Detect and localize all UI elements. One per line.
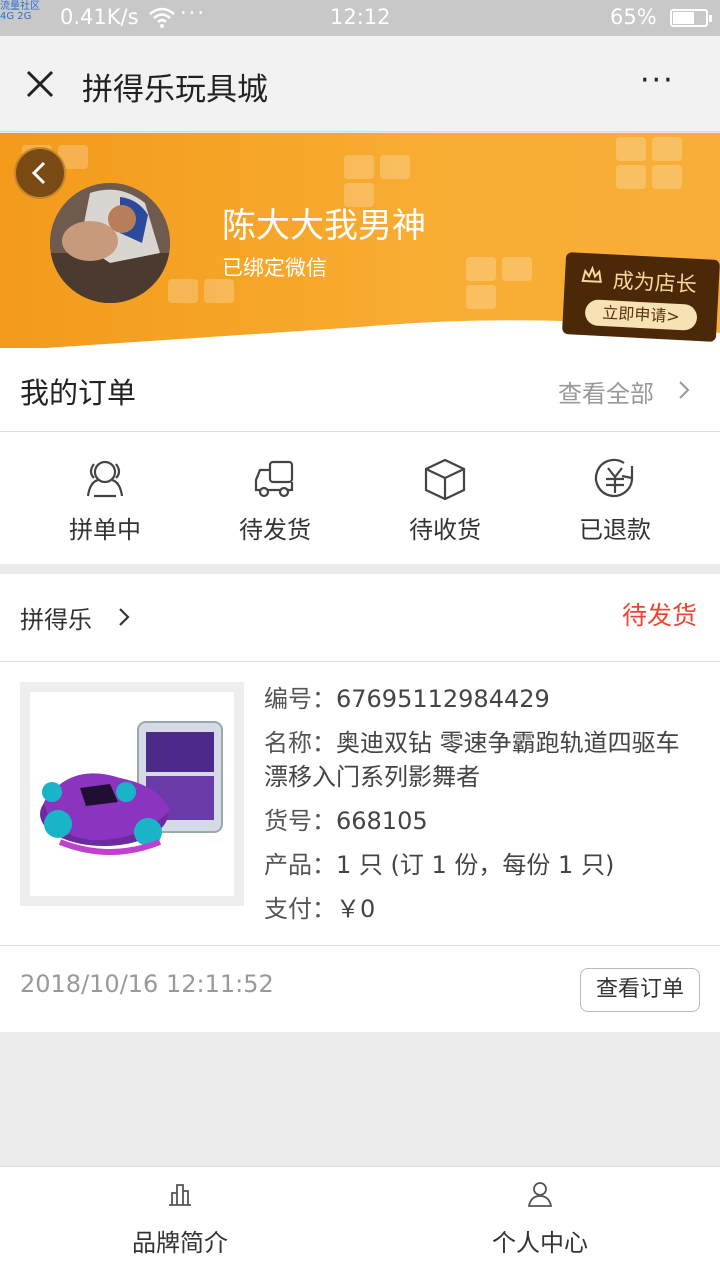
status-refunded[interactable]: 已退款 — [555, 456, 675, 545]
status-label: 待收货 — [409, 516, 481, 544]
chevron-left-icon — [31, 161, 46, 185]
back-button[interactable] — [14, 147, 66, 199]
bottom-tab-bar: 品牌简介 个人中心 — [0, 1166, 720, 1280]
store-name: 拼得乐 — [20, 606, 92, 634]
order-footer: 2018/10/16 12:11:52 查看订单 — [0, 946, 720, 1032]
status-dots: ··· — [180, 1, 207, 25]
status-label: 已退款 — [579, 516, 651, 544]
toy-pattern-icon — [466, 257, 532, 309]
view-order-button[interactable]: 查看订单 — [580, 968, 700, 1012]
product-name: 名称：奥迪双钻 零速争霸跑轨道四驱车 漂移入门系列影舞者 — [264, 729, 680, 791]
product-quantity: 产品：1 只 (订 1 份，每份 1 只) — [264, 851, 615, 879]
more-icon[interactable]: ··· — [640, 66, 686, 106]
avatar[interactable] — [50, 183, 170, 303]
carrier-label: 流量社区 4G 2G — [0, 1, 40, 22]
tab-label: 品牌简介 — [132, 1229, 228, 1257]
crown-icon — [581, 265, 602, 283]
status-awaiting-receipt[interactable]: 待收货 — [385, 456, 505, 545]
payment-amount: 支付：￥0 — [264, 895, 376, 923]
product-image — [30, 692, 234, 896]
chevron-right-icon — [679, 381, 690, 399]
group-icon — [86, 460, 124, 498]
view-all-orders-link[interactable]: 查看全部 — [558, 374, 654, 409]
clock: 12:12 — [330, 5, 391, 29]
order-info: 编号：67695112984429 名称：奥迪双钻 零速争霸跑轨道四驱车 漂移入… — [264, 682, 704, 936]
tab-personal-center[interactable]: 个人中心 — [440, 1179, 640, 1258]
chevron-right-icon — [119, 608, 130, 626]
truck-icon — [254, 460, 294, 498]
battery-percent: 65% — [610, 5, 657, 29]
tab-label: 个人中心 — [492, 1229, 588, 1257]
my-orders-header[interactable]: 我的订单 查看全部 — [0, 348, 720, 432]
close-icon[interactable] — [20, 64, 60, 104]
brand-icon — [169, 1184, 191, 1206]
apply-now-button[interactable]: 立即申请> — [584, 299, 698, 331]
status-label: 拼单中 — [69, 516, 141, 544]
box-icon — [424, 458, 466, 501]
status-awaiting-shipment[interactable]: 待发货 — [215, 456, 335, 545]
become-shop-owner-badge[interactable]: 成为店长 立即申请> — [561, 252, 720, 342]
product-sku: 货号：668105 — [264, 807, 428, 835]
order-card[interactable]: 编号：67695112984429 名称：奥迪双钻 零速争霸跑轨道四驱车 漂移入… — [0, 662, 720, 946]
status-bar: 流量社区 4G 2G 0.41K/s ··· 12:12 65% — [0, 0, 720, 36]
toy-pattern-icon — [616, 137, 682, 189]
wechat-bind-status: 已绑定微信 — [222, 256, 327, 280]
top-nav: 拼得乐玩具城 ··· — [0, 36, 720, 132]
person-icon — [527, 1182, 553, 1207]
order-status-badge: 待发货 — [622, 601, 698, 630]
order-store-row[interactable]: 拼得乐 待发货 — [0, 574, 720, 662]
shop-badge-label: 成为店长 — [612, 268, 698, 297]
tab-brand-intro[interactable]: 品牌简介 — [80, 1179, 280, 1258]
order-number: 编号：67695112984429 — [264, 685, 550, 713]
order-timestamp: 2018/10/16 12:11:52 — [20, 970, 274, 998]
page-title: 拼得乐玩具城 — [82, 72, 268, 108]
username: 陈大大我男神 — [222, 206, 426, 246]
refund-icon — [594, 458, 634, 498]
product-thumbnail — [20, 682, 244, 906]
network-speed: 0.41K/s — [60, 5, 139, 29]
battery-icon — [670, 9, 712, 27]
order-status-row: 拼单中 待发货 待收货 已退款 — [0, 432, 720, 564]
my-orders-title: 我的订单 — [20, 376, 137, 410]
status-label: 待发货 — [239, 516, 311, 544]
avatar-photo — [50, 183, 170, 303]
wifi-icon — [149, 7, 175, 28]
status-grouping[interactable]: 拼单中 — [45, 456, 165, 545]
